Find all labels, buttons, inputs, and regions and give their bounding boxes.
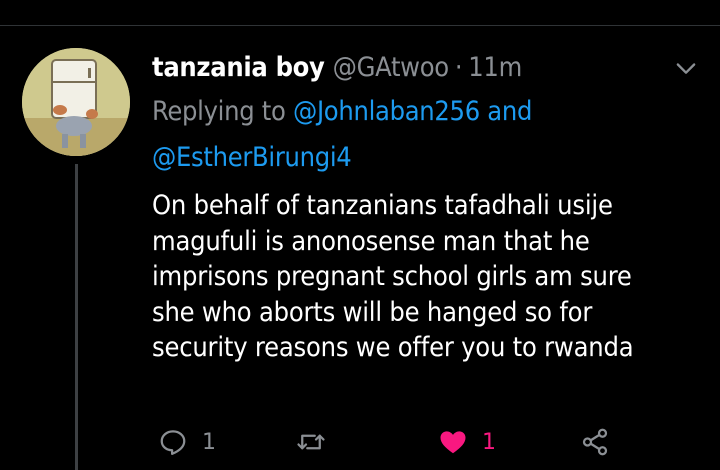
- share-button[interactable]: [580, 424, 610, 460]
- tweet-header: tanzania boy @GAtwoo · 11m: [152, 50, 522, 86]
- tweet-text-line: magufuli is anonosense man that he: [152, 225, 590, 257]
- separator-dot: ·: [454, 52, 463, 83]
- tweet-text: On behalf of tanzanians tafadhali usije …: [152, 188, 712, 366]
- author-name[interactable]: tanzania boy: [152, 50, 325, 86]
- like-count: 1: [482, 429, 496, 455]
- retweet-button[interactable]: [296, 424, 340, 460]
- replying-to-line-2: @EstherBirungi4: [152, 140, 352, 176]
- heart-icon: [440, 431, 466, 454]
- mention-link[interactable]: @Johnlaban256: [293, 96, 480, 127]
- reply-button[interactable]: 1: [158, 424, 216, 460]
- replying-to-line: Replying to @Johnlaban256 and: [152, 94, 532, 130]
- action-bar: 1 1: [0, 424, 720, 460]
- tweet-text-line: imprisons pregnant school girls am sure: [152, 261, 632, 292]
- like-button[interactable]: 1: [438, 424, 496, 460]
- reply-icon: [160, 430, 186, 455]
- replying-to-label: Replying to: [152, 96, 286, 127]
- top-divider: [0, 25, 720, 26]
- avatar-image: [22, 48, 130, 156]
- timestamp[interactable]: 11m: [468, 50, 522, 86]
- retweet-icon: [297, 434, 325, 450]
- share-icon: [582, 428, 608, 456]
- author-avatar[interactable]: [22, 48, 130, 156]
- mention-joiner[interactable]: and: [487, 96, 532, 127]
- tweet-text-line: On behalf of tanzanians tafadhali usije: [152, 190, 613, 221]
- reply-count: 1: [202, 429, 216, 455]
- tweet-text-line: security reasons we offer you to rwanda: [152, 332, 634, 363]
- mention-link[interactable]: @EstherBirungi4: [152, 142, 352, 173]
- chevron-down-icon[interactable]: [672, 54, 700, 82]
- tweet-text-line: she who aborts will be hanged so for: [152, 296, 593, 328]
- author-handle[interactable]: @GAtwoo: [333, 50, 450, 86]
